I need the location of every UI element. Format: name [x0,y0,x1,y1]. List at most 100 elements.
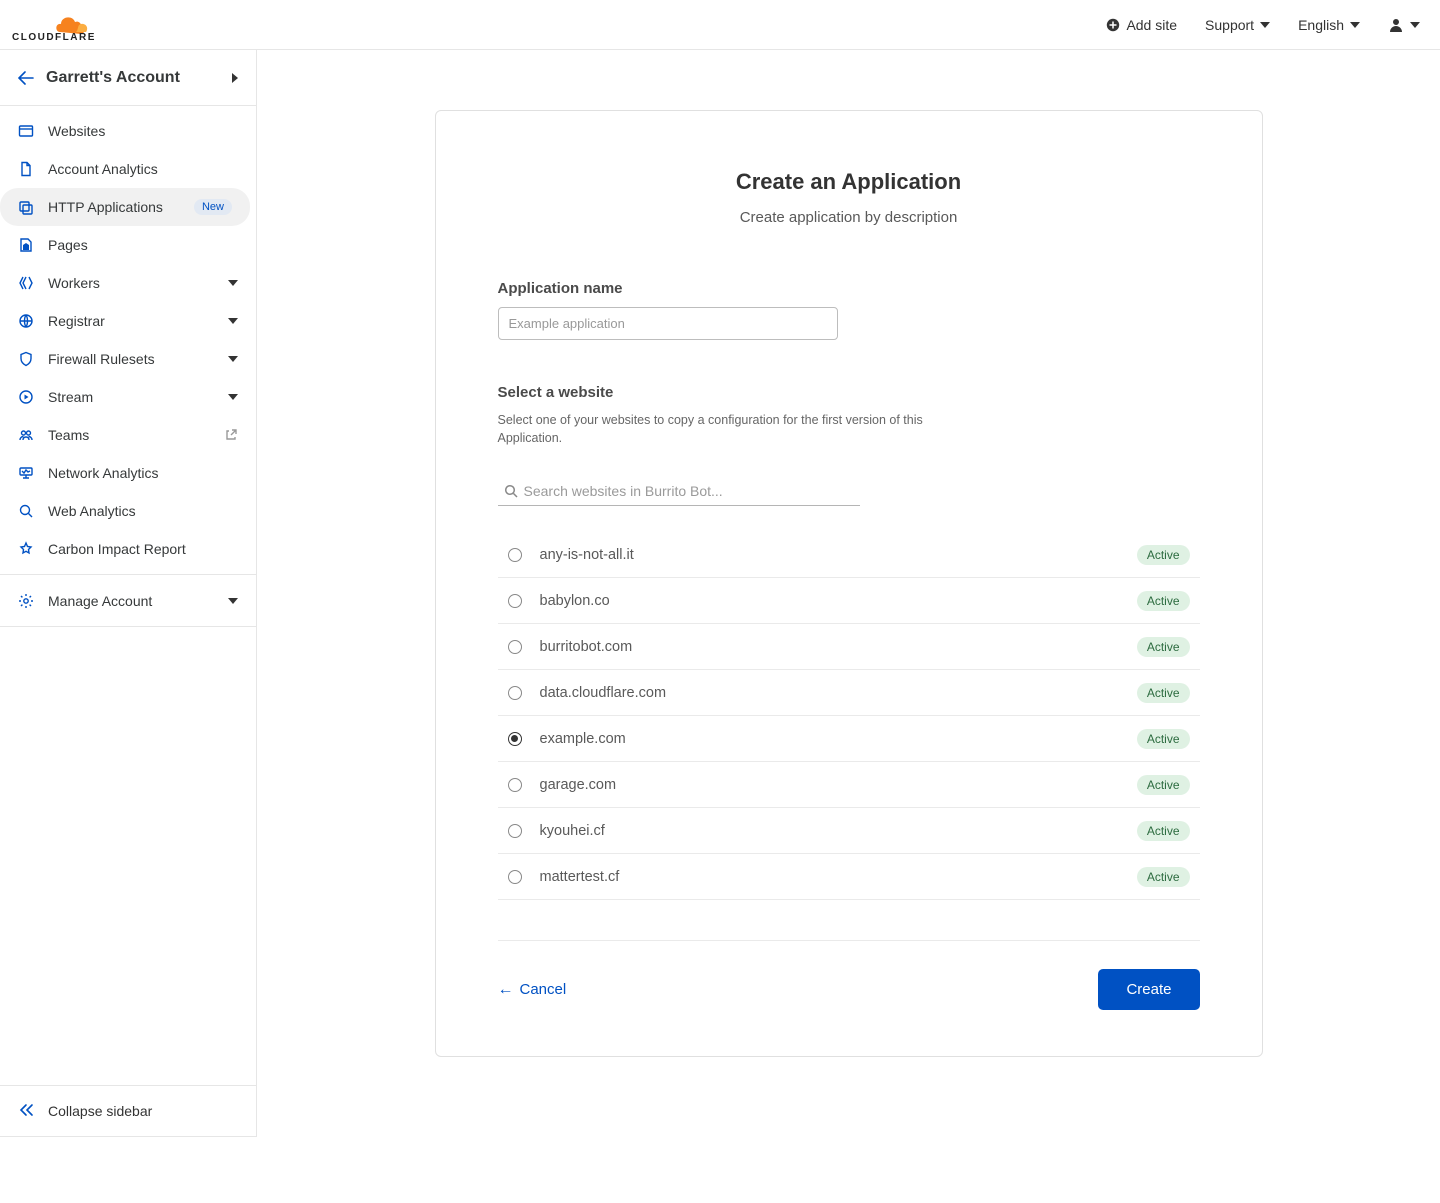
search-icon [18,503,34,519]
website-name: mattertest.cf [540,869,1137,885]
website-row[interactable]: example.comActive [498,716,1200,762]
nav: WebsitesAccount AnalyticsHTTP Applicatio… [0,106,256,574]
sidebar-item-stream[interactable]: Stream [0,378,256,416]
caret-down-icon [228,598,238,604]
website-row[interactable]: kyouhei.cfActive [498,808,1200,854]
add-site-button[interactable]: Add site [1106,17,1177,33]
back-arrow-icon [18,71,34,85]
sidebar-item-label: Workers [48,275,214,291]
radio-button[interactable] [508,870,522,884]
website-search[interactable] [498,477,860,506]
cloudflare-logo[interactable]: CLOUDFLARE [12,7,116,43]
collapse-label: Collapse sidebar [48,1103,152,1119]
language-dropdown[interactable]: English [1298,17,1360,33]
main: Create an Application Create application… [257,50,1440,1137]
sidebar-item-label: Registrar [48,313,214,329]
stream-icon [18,389,34,405]
workers-icon [18,275,34,291]
add-site-label: Add site [1126,17,1177,33]
pages-icon [18,237,34,253]
website-row[interactable]: data.cloudflare.comActive [498,670,1200,716]
sidebar-item-http-applications[interactable]: HTTP Applications New [0,188,250,226]
status-badge: Active [1137,637,1190,657]
caret-down-icon [1260,22,1270,28]
website-list: any-is-not-all.itActivebabylon.coActiveb… [498,532,1200,900]
sidebar-item-label: Pages [48,237,238,253]
caret-down-icon [1410,22,1420,28]
website-name: kyouhei.cf [540,823,1137,839]
sidebar-item-registrar[interactable]: Registrar [0,302,256,340]
sidebar-item-web-analytics[interactable]: Web Analytics [0,492,256,530]
caret-down-icon [228,394,238,400]
sidebar-item-pages[interactable]: Pages [0,226,256,264]
website-row[interactable]: burritobot.comActive [498,624,1200,670]
caret-down-icon [228,280,238,286]
website-row[interactable]: any-is-not-all.itActive [498,532,1200,578]
plus-circle-icon [1106,18,1120,32]
create-application-card: Create an Application Create application… [435,110,1263,1057]
app-name-label: Application name [498,280,1200,297]
sidebar-item-manage-account[interactable]: Manage Account [0,575,256,627]
website-name: any-is-not-all.it [540,547,1137,563]
caret-down-icon [228,356,238,362]
doc-icon [18,161,34,177]
language-label: English [1298,17,1344,33]
support-dropdown[interactable]: Support [1205,17,1270,33]
status-badge: Active [1137,867,1190,887]
website-row[interactable]: garage.comActive [498,762,1200,808]
caret-down-icon [228,318,238,324]
app-name-input[interactable] [498,307,838,340]
arrow-left-icon: ← [498,981,514,999]
sidebar-item-network-analytics[interactable]: Network Analytics [0,454,256,492]
radio-button[interactable] [508,548,522,562]
radio-button[interactable] [508,732,522,746]
radio-button[interactable] [508,640,522,654]
manage-account-label: Manage Account [48,593,214,609]
radio-button[interactable] [508,778,522,792]
shield-icon [18,351,34,367]
status-badge: Active [1137,775,1190,795]
chevron-double-left-icon [18,1103,34,1120]
sidebar-item-label: HTTP Applications [48,199,180,215]
sidebar-item-teams[interactable]: Teams [0,416,256,454]
website-search-input[interactable] [524,483,860,499]
sidebar-item-firewall-rulesets[interactable]: Firewall Rulesets [0,340,256,378]
create-button[interactable]: Create [1098,969,1199,1010]
radio-button[interactable] [508,594,522,608]
website-name: garage.com [540,777,1137,793]
radio-button[interactable] [508,824,522,838]
collapse-sidebar-button[interactable]: Collapse sidebar [0,1085,256,1137]
status-badge: Active [1137,729,1190,749]
website-name: example.com [540,731,1137,747]
teams-icon [18,427,34,443]
sidebar-item-carbon-impact-report[interactable]: Carbon Impact Report [0,530,256,568]
caret-right-icon [232,73,238,83]
cancel-label: Cancel [520,981,567,998]
sidebar: Garrett's Account WebsitesAccount Analyt… [0,50,257,1137]
user-menu[interactable] [1388,17,1420,33]
account-name: Garrett's Account [46,69,232,87]
sidebar-item-label: Stream [48,389,214,405]
sidebar-item-workers[interactable]: Workers [0,264,256,302]
search-icon [504,484,518,501]
website-row[interactable]: mattertest.cfActive [498,854,1200,900]
window-icon [18,123,34,139]
sidebar-item-label: Teams [48,427,210,443]
status-badge: Active [1137,545,1190,565]
select-website-title: Select a website [498,384,1200,401]
sidebar-item-account-analytics[interactable]: Account Analytics [0,150,256,188]
caret-down-icon [1350,22,1360,28]
radio-button[interactable] [508,686,522,700]
globe-icon [18,313,34,329]
sidebar-item-label: Web Analytics [48,503,238,519]
cancel-button[interactable]: ← Cancel [498,981,567,999]
account-selector[interactable]: Garrett's Account [0,50,256,106]
status-badge: Active [1137,821,1190,841]
page-title: Create an Application [498,169,1200,195]
external-link-icon [224,428,238,442]
divider [498,940,1200,941]
sidebar-item-websites[interactable]: Websites [0,112,256,150]
website-row[interactable]: babylon.coActive [498,578,1200,624]
new-badge: New [194,199,232,215]
select-website-description: Select one of your websites to copy a co… [498,411,938,447]
